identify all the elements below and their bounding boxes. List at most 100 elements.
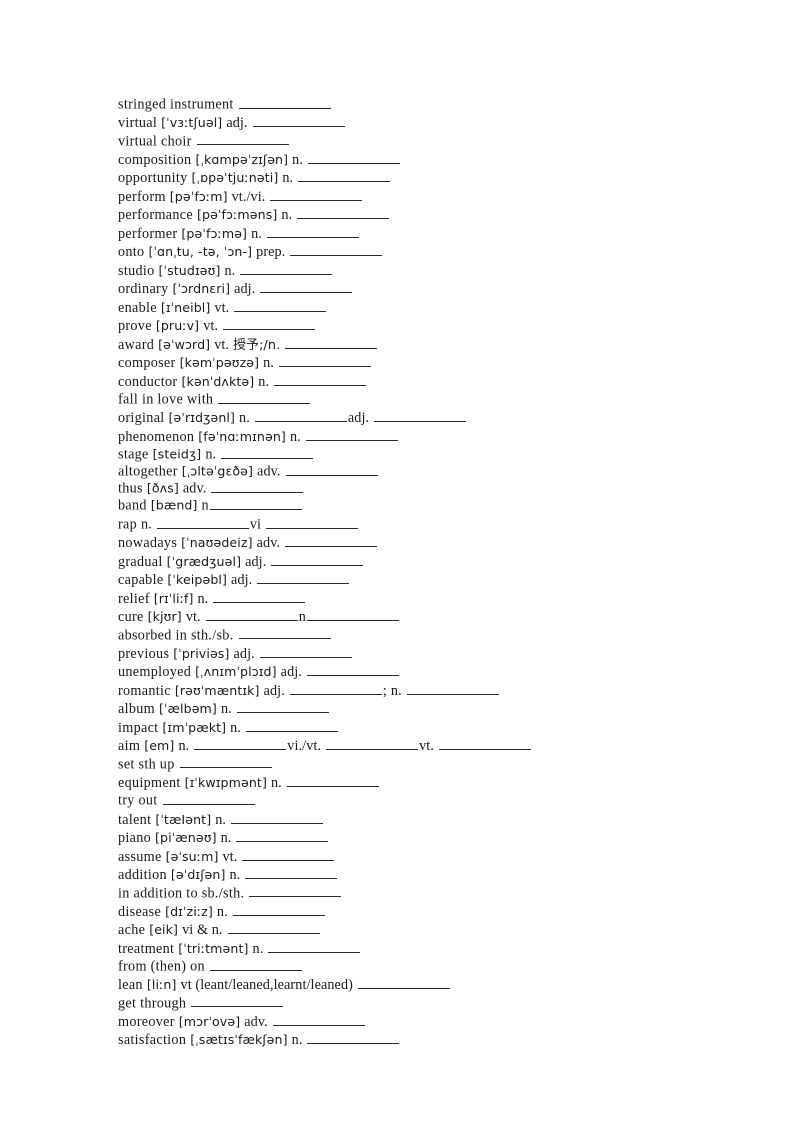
answer-blank[interactable] — [246, 719, 338, 732]
vocabulary-entry: capable [ˈkeipəbl] adj. — [118, 571, 734, 590]
answer-blank[interactable] — [285, 534, 378, 548]
entry-part-of-speech: vi./vt. — [287, 738, 322, 755]
entry-part-of-speech: vt. — [214, 299, 230, 316]
answer-blank[interactable] — [194, 738, 287, 751]
vocabulary-entry: disease [dɪˈziːz] n. — [118, 903, 734, 922]
entry-phonetic: [pəˈfɔːm] — [169, 188, 228, 204]
answer-blank[interactable] — [211, 480, 304, 493]
answer-blank[interactable] — [266, 225, 359, 238]
answer-blank[interactable] — [266, 516, 359, 529]
answer-blank[interactable] — [278, 355, 371, 368]
vocabulary-entry: virtual [ˈvɜːtʃuəl] adj. — [118, 114, 734, 133]
vocabulary-entry: addition [əˈdɪʃən] n. — [118, 866, 734, 885]
answer-blank[interactable] — [285, 336, 378, 349]
answer-blank[interactable] — [245, 866, 338, 880]
entry-word: previous — [118, 645, 170, 662]
vocabulary-entry: absorbed in sth./sb. — [118, 627, 734, 645]
entry-word: aim — [118, 738, 141, 755]
entry-part-of-speech: n. — [291, 1032, 303, 1049]
entry-word: band — [118, 497, 147, 514]
answer-blank[interactable] — [268, 940, 361, 953]
vocabulary-entry: thus [ðʌs] adv. — [118, 480, 734, 497]
entry-separator: ; — [382, 682, 387, 699]
answer-blank[interactable] — [438, 738, 531, 751]
answer-blank[interactable] — [274, 373, 367, 386]
vocabulary-entry: aim [em] n. vi./vt. vt. — [118, 737, 734, 756]
answer-blank[interactable] — [234, 299, 327, 312]
answer-blank[interactable] — [205, 608, 298, 622]
answer-blank[interactable] — [252, 115, 345, 128]
entry-part-of-speech: n. — [239, 410, 250, 427]
entry-phonetic: [kjʊr] — [147, 609, 182, 625]
answer-blank[interactable] — [357, 977, 450, 990]
entry-phonetic: [ɪˈneibl] — [160, 299, 211, 315]
answer-blank[interactable] — [259, 645, 352, 658]
answer-blank[interactable] — [238, 96, 331, 109]
entry-word: album — [118, 701, 155, 718]
vocabulary-entry: enable [ɪˈneibl] vt. — [118, 299, 734, 318]
vocabulary-entry: studio [ˈstudɪəʊ] n. — [118, 262, 734, 281]
answer-blank[interactable] — [240, 262, 333, 275]
answer-blank[interactable] — [223, 318, 316, 331]
entry-word: perform — [118, 188, 166, 205]
answer-blank[interactable] — [231, 811, 324, 824]
answer-blank[interactable] — [298, 170, 391, 183]
entry-part-of-speech: adj. — [226, 115, 248, 132]
entry-word: studio — [118, 262, 155, 279]
entry-phonetic: [ˈgrædʒuəl] — [166, 553, 242, 569]
answer-blank[interactable] — [162, 792, 255, 806]
vocabulary-entry: altogether [ˌɔltəˈgɛðə] adv. — [118, 463, 734, 480]
vocabulary-entry: cure [kjʊr] vt. n — [118, 608, 734, 627]
answer-blank[interactable] — [308, 151, 400, 164]
answer-blank[interactable] — [271, 553, 364, 566]
entry-word: disease — [118, 903, 162, 920]
answer-blank[interactable] — [286, 774, 379, 787]
answer-blank[interactable] — [242, 848, 335, 861]
entry-phonetic: [ˈpriviəs] — [173, 645, 230, 661]
entry-part-of-speech: n. — [215, 811, 227, 828]
answer-blank[interactable] — [196, 133, 289, 146]
entry-word: try out — [118, 793, 158, 810]
answer-blank[interactable] — [406, 682, 499, 695]
answer-blank[interactable] — [307, 1032, 400, 1045]
answer-blank[interactable] — [326, 738, 419, 751]
entry-part-of-speech: adv. — [257, 463, 281, 480]
entry-part-of-speech: vt. — [419, 738, 434, 755]
answer-blank[interactable] — [272, 1013, 365, 1026]
answer-blank[interactable] — [290, 244, 383, 257]
answer-blank[interactable] — [238, 627, 331, 640]
answer-blank[interactable] — [209, 497, 302, 510]
answer-blank[interactable] — [191, 995, 284, 1008]
answer-blank[interactable] — [236, 701, 329, 714]
answer-blank[interactable] — [374, 410, 467, 423]
entry-word: rap — [118, 516, 138, 533]
answer-blank[interactable] — [236, 829, 329, 843]
answer-blank[interactable] — [270, 188, 363, 201]
answer-blank[interactable] — [297, 207, 390, 220]
answer-blank[interactable] — [306, 664, 399, 677]
answer-blank[interactable] — [179, 756, 272, 769]
answer-blank[interactable] — [305, 428, 398, 441]
entry-part-of-speech: n. — [270, 774, 282, 791]
entry-part-of-speech: n. — [230, 719, 241, 736]
answer-blank[interactable] — [285, 463, 378, 476]
answer-blank[interactable] — [306, 608, 399, 622]
entry-phonetic: [ˈælbəm] — [158, 701, 217, 717]
answer-blank[interactable] — [260, 281, 353, 294]
entry-part-of-speech: n — [298, 609, 306, 626]
answer-blank[interactable] — [249, 885, 342, 898]
entry-word: thus — [118, 480, 143, 497]
answer-blank[interactable] — [289, 682, 382, 695]
entry-part-of-speech: n. — [224, 262, 236, 279]
answer-blank[interactable] — [218, 391, 311, 404]
answer-blank[interactable] — [209, 958, 302, 971]
answer-blank[interactable] — [213, 590, 306, 603]
answer-blank[interactable] — [221, 446, 314, 460]
entry-word: virtual choir — [118, 133, 192, 150]
answer-blank[interactable] — [232, 903, 325, 916]
answer-blank[interactable] — [254, 410, 347, 423]
answer-blank[interactable] — [156, 516, 249, 529]
answer-blank[interactable] — [257, 571, 350, 585]
answer-blank[interactable] — [227, 922, 320, 935]
entry-part-of-speech: n. — [292, 151, 303, 168]
